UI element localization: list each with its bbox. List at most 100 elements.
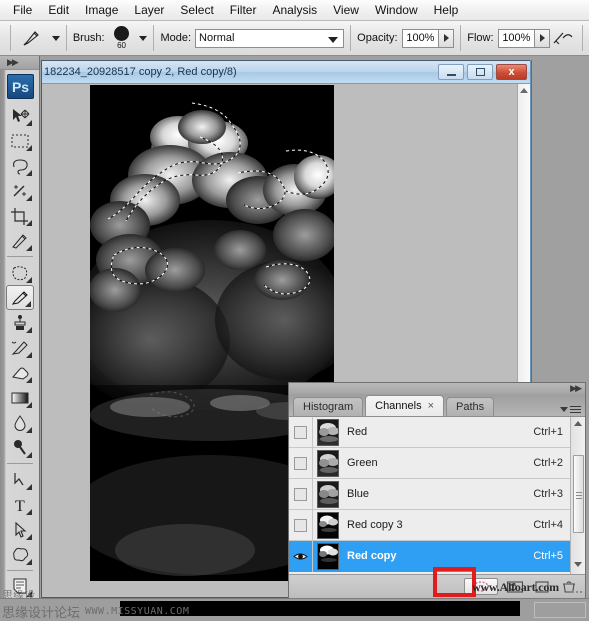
channels-list: Red Ctrl+1 Green Ctrl+2 Blue Ctrl+3 Red …	[289, 416, 585, 574]
forum-watermark-url: WWW.MISSYUAN.COM	[85, 606, 190, 617]
type-tool[interactable]: T	[6, 492, 34, 517]
tools-divider-1	[6, 256, 33, 257]
lasso-tool[interactable]	[6, 153, 34, 178]
patch-tool[interactable]	[6, 260, 34, 285]
channel-shortcut: Ctrl+4	[533, 519, 563, 531]
options-divider-2	[65, 25, 67, 51]
svg-text:T: T	[15, 498, 25, 514]
path-selection-tool[interactable]	[6, 517, 34, 542]
brush-tool-icon[interactable]	[17, 26, 47, 50]
channels-panel: ▶▶ Histogram Channels × Paths Red Ctrl+1…	[288, 382, 586, 604]
menu-item-filter[interactable]: Filter	[222, 1, 265, 19]
menu-item-analysis[interactable]: Analysis	[264, 1, 325, 19]
brush-tool[interactable]	[5, 285, 34, 310]
table-row[interactable]: Red copy Ctrl+5	[289, 540, 585, 572]
maximize-button[interactable]	[467, 64, 493, 80]
channel-name: Blue	[347, 488, 370, 500]
brush-label: Brush:	[72, 32, 105, 44]
options-divider-5	[460, 25, 462, 51]
channel-thumbnail	[317, 511, 339, 539]
slice-tool[interactable]	[6, 228, 34, 253]
move-tool[interactable]	[6, 103, 34, 128]
channel-thumbnail	[317, 418, 339, 446]
eraser-tool[interactable]	[6, 360, 34, 385]
forum-watermark-cn: 思缘设计论坛	[2, 606, 81, 621]
flow-input[interactable]: 100%	[497, 28, 536, 48]
menu-bar: File Edit Image Layer Select Filter Anal…	[0, 0, 589, 21]
document-title-bar[interactable]: 182234_20928517 copy 2, Red copy/8) x	[42, 61, 530, 84]
menu-item-file[interactable]: File	[5, 1, 40, 19]
close-icon[interactable]: ×	[428, 400, 434, 412]
table-row[interactable]: Green Ctrl+2	[289, 447, 585, 479]
menu-item-edit[interactable]: Edit	[40, 1, 77, 19]
forum-watermark: 思缘设计论坛 WWW.MISSYUAN.COM	[2, 602, 189, 621]
history-brush-tool[interactable]	[6, 335, 34, 360]
opacity-input[interactable]: 100%	[401, 28, 440, 48]
menu-item-image[interactable]: Image	[77, 1, 126, 19]
options-divider-6	[582, 25, 584, 51]
channel-visibility-toggle[interactable]	[289, 540, 313, 572]
scroll-up-icon[interactable]	[574, 421, 582, 426]
dodge-tool[interactable]	[6, 435, 34, 460]
table-row[interactable]: Red Ctrl+1	[289, 417, 585, 448]
channel-thumbnail	[317, 480, 339, 508]
channel-visibility-toggle[interactable]	[289, 417, 313, 448]
channel-name: Red copy 3	[347, 519, 403, 531]
brush-dot-icon	[114, 26, 130, 41]
panel-tab-strip: Histogram Channels × Paths	[289, 394, 585, 416]
table-row[interactable]: Red copy 3 Ctrl+4	[289, 509, 585, 541]
channel-shortcut: Ctrl+1	[533, 426, 563, 438]
scrollbar-thumb[interactable]	[573, 455, 584, 533]
options-divider-4	[350, 25, 352, 51]
panel-collapse-handle[interactable]: ▶▶	[289, 383, 585, 394]
marquee-tool[interactable]	[6, 128, 34, 153]
channel-shortcut: Ctrl+2	[533, 457, 563, 469]
clone-stamp-tool[interactable]	[6, 310, 34, 335]
close-button[interactable]: x	[496, 64, 527, 80]
photoshop-logo: Ps	[7, 74, 34, 99]
channel-visibility-toggle[interactable]	[289, 447, 313, 479]
blend-mode-select[interactable]: Normal	[195, 28, 345, 48]
options-divider-3	[153, 25, 155, 51]
tab-paths[interactable]: Paths	[446, 397, 495, 416]
channel-thumbnail	[317, 449, 339, 477]
tab-histogram-label: Histogram	[303, 401, 354, 413]
blur-tool[interactable]	[6, 410, 34, 435]
blend-mode-value: Normal	[199, 32, 235, 44]
airbrush-icon[interactable]	[550, 26, 576, 50]
channel-visibility-toggle[interactable]	[289, 478, 313, 510]
status-bar-right	[534, 602, 586, 618]
minimize-button[interactable]	[438, 64, 464, 80]
tab-channels[interactable]: Channels ×	[365, 395, 445, 416]
pen-tool[interactable]	[6, 467, 34, 492]
gradient-tool[interactable]	[6, 385, 34, 410]
menu-item-help[interactable]: Help	[426, 1, 467, 19]
scroll-down-icon[interactable]	[574, 562, 582, 567]
shape-tool[interactable]	[6, 542, 34, 567]
tools-palette-collapse[interactable]: ▶▶	[0, 56, 39, 70]
panel-menu-icon[interactable]	[560, 406, 581, 413]
table-row[interactable]: Blue Ctrl+3	[289, 478, 585, 510]
document-title: 182234_20928517 copy 2, Red copy/8)	[44, 66, 237, 78]
magic-wand-tool[interactable]	[6, 178, 34, 203]
channels-panel-footer: www.Alfoart.com	[289, 567, 585, 598]
menu-item-window[interactable]: Window	[367, 1, 426, 19]
tool-preset-dropdown-icon[interactable]	[51, 35, 60, 41]
menu-item-select[interactable]: Select	[172, 1, 221, 19]
channel-visibility-toggle[interactable]	[289, 509, 313, 541]
photoshop-window: File Edit Image Layer Select Filter Anal…	[0, 0, 589, 621]
status-bar: 思缘设计论坛 WWW.MISSYUAN.COM	[0, 598, 589, 621]
crop-tool[interactable]	[6, 203, 34, 228]
menu-item-layer[interactable]: Layer	[126, 1, 172, 19]
scroll-up-icon[interactable]	[520, 88, 528, 93]
brush-dropdown-icon[interactable]	[139, 35, 148, 41]
brush-preview[interactable]: 60	[109, 26, 135, 50]
opacity-slider-button[interactable]	[439, 28, 455, 48]
double-chevron-icon: ▶▶	[7, 57, 19, 67]
channels-scrollbar[interactable]	[570, 417, 585, 574]
flow-slider-button[interactable]	[535, 28, 551, 48]
menu-item-view[interactable]: View	[325, 1, 367, 19]
window-controls: x	[438, 64, 527, 80]
tab-histogram[interactable]: Histogram	[293, 397, 364, 416]
panel-resize-grip[interactable]	[571, 584, 583, 596]
